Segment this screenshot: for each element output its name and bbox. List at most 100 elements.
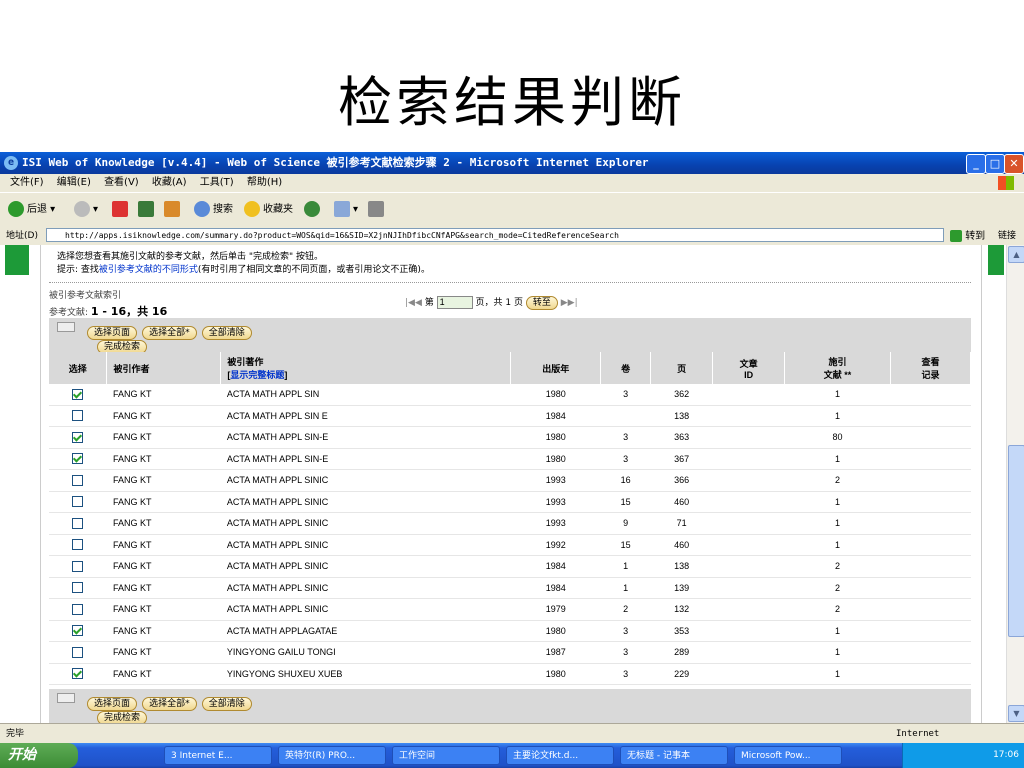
cell-article-id (712, 405, 785, 427)
row-checkbox[interactable] (72, 496, 84, 508)
cell-volume: 3 (600, 663, 651, 685)
cell-article-id (712, 577, 785, 599)
table-row: FANG KT ACTA MATH APPL SIN-E 1980 3 363 80 (49, 426, 971, 449)
address-input[interactable]: http://apps.isiknowledge.com/summary.do?… (46, 228, 944, 242)
back-button[interactable]: 后退 ▾ (8, 201, 55, 219)
start-button[interactable]: 开始 (0, 743, 78, 768)
row-checkbox[interactable] (72, 388, 84, 400)
close-button[interactable]: ✕ (1004, 154, 1024, 174)
cell-year: 1993 (510, 512, 601, 535)
cell-author: FANG KT (106, 620, 221, 642)
last-page-icon[interactable]: ▶▶| (561, 298, 578, 308)
cell-article-id (712, 384, 785, 406)
forward-button[interactable]: ▾ (74, 201, 98, 219)
cell-year: 1993 (510, 491, 601, 513)
cell-year: 1984 (510, 405, 601, 427)
cell-citing: 2 (784, 598, 891, 621)
cell-year: 1992 (510, 534, 601, 556)
vertical-scrollbar[interactable]: ▲ ▼ (1006, 245, 1024, 723)
task-notepad[interactable]: 无标题 - 记事本 (620, 746, 728, 765)
goto-button[interactable]: 转至 (525, 295, 558, 310)
table-row: FANG KT ACTA MATH APPL SINIC 1984 1 138 2 (49, 555, 971, 578)
col-cited-work: 被引著作 [显示完整标题] (220, 352, 512, 384)
page-content: 选择您想查看其施引文献的参考文献，然后单击 "完成检索" 按钮。 提示: 查找被… (0, 245, 1006, 723)
menu-view[interactable]: 查看(V) (104, 177, 139, 188)
cell-select (49, 384, 107, 406)
cell-work: ACTA MATH APPL SINIC (220, 598, 511, 621)
row-checkbox[interactable] (72, 668, 84, 680)
tray-clock: 17:06 (993, 750, 1019, 760)
scroll-down-button[interactable]: ▼ (1008, 705, 1024, 722)
task-intel-pro[interactable]: 英特尔(R) PRO... (278, 746, 386, 765)
mail-button[interactable]: ▾ (334, 201, 358, 219)
clear-all-button[interactable]: 全部清除 (201, 325, 252, 340)
cell-select (49, 577, 107, 599)
cell-author: FANG KT (106, 577, 221, 599)
results-table: 选择 被引作者 被引著作 [显示完整标题] 出版年 卷 页 文章 ID 施引 文献 *… (49, 352, 971, 723)
task-powerpoint[interactable]: Microsoft Pow... (734, 746, 842, 765)
cell-author: FANG KT (106, 469, 221, 492)
print-button[interactable] (368, 201, 387, 219)
finish-search-button-bottom[interactable]: 完成检索 (97, 710, 148, 723)
refresh-icon (138, 201, 154, 217)
favorites-button[interactable]: 收藏夹 (244, 201, 293, 219)
divider (49, 282, 971, 283)
row-checkbox[interactable] (72, 603, 84, 615)
page-number-input[interactable] (436, 295, 473, 309)
search-button[interactable]: 搜索 (194, 201, 233, 219)
show-full-title-link[interactable]: 显示完整标题 (230, 370, 284, 380)
row-checkbox[interactable] (72, 474, 84, 486)
col-view-record: 查看 记录 (890, 352, 971, 384)
scroll-up-button[interactable]: ▲ (1008, 246, 1024, 263)
row-checkbox[interactable] (72, 517, 84, 529)
variants-link[interactable]: 被引参考文献的不同形式 (99, 265, 198, 275)
task-word-document[interactable]: 主要论文fkt.d... (506, 746, 614, 765)
home-button[interactable] (164, 201, 183, 219)
cell-author: FANG KT (106, 491, 221, 513)
refresh-button[interactable] (138, 201, 157, 219)
table-row: FANG KT ACTA MATH APPL SINIC 1984 1 139 2 (49, 577, 971, 599)
first-page-icon[interactable]: |◀◀ (405, 298, 422, 308)
row-checkbox[interactable] (72, 453, 84, 465)
row-checkbox[interactable] (72, 431, 84, 443)
cell-work: ACTA MATH APPLAGATAE (220, 620, 511, 642)
menu-tools[interactable]: 工具(T) (200, 177, 234, 188)
cell-volume: 1 (600, 577, 651, 599)
window-titlebar[interactable]: e ISI Web of Knowledge [v.4.4] - Web of … (0, 152, 1024, 174)
menu-edit[interactable]: 编辑(E) (57, 177, 91, 188)
row-checkbox[interactable] (72, 410, 84, 422)
cell-select (49, 491, 107, 513)
stop-button[interactable] (112, 201, 131, 219)
cell-year: 1980 (510, 448, 601, 470)
row-checkbox[interactable] (72, 560, 84, 572)
ie-icon: e (4, 156, 18, 170)
go-button[interactable]: 转到 (950, 228, 985, 246)
col-cited-author: 被引作者 (106, 352, 222, 384)
scroll-thumb[interactable] (1008, 445, 1024, 637)
clear-all-button-bottom[interactable]: 全部清除 (201, 696, 252, 711)
maximize-button[interactable]: □ (985, 154, 1005, 174)
menu-file[interactable]: 文件(F) (10, 177, 44, 188)
menu-help[interactable]: 帮助(H) (247, 177, 282, 188)
cell-select (49, 598, 107, 621)
menu-favorites[interactable]: 收藏(A) (152, 177, 187, 188)
select-all-button[interactable]: 选择全部* (142, 325, 197, 340)
select-all-button-bottom[interactable]: 选择全部* (142, 696, 197, 711)
cell-author: FANG KT (106, 641, 221, 664)
row-checkbox[interactable] (72, 646, 84, 658)
row-checkbox[interactable] (72, 582, 84, 594)
minimize-button[interactable]: _ (966, 154, 986, 174)
cell-select (49, 426, 107, 449)
cell-page: 289 (650, 641, 713, 664)
links-button[interactable]: 链接 (998, 227, 1016, 245)
cell-view-record (890, 426, 971, 449)
cell-view-record (890, 405, 971, 427)
row-checkbox[interactable] (72, 539, 84, 551)
cell-work: ACTA MATH APPL SINIC (220, 491, 511, 513)
task-internet-explorer[interactable]: 3 Internet E... (164, 746, 272, 765)
task-workspace[interactable]: 工作空间 (392, 746, 500, 765)
row-checkbox[interactable] (72, 625, 84, 637)
table-row: FANG KT ACTA MATH APPL SINIC 1979 2 132 2 (49, 598, 971, 621)
cell-article-id (712, 620, 785, 642)
history-button[interactable] (304, 201, 323, 219)
